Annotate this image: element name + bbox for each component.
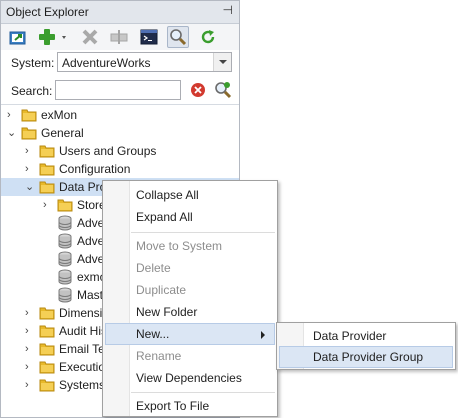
new-submenu: Data Provider Data Provider Group [276, 322, 456, 370]
menu-item-duplicate: Duplicate [105, 279, 275, 301]
menu-item-move-to-system: Move to System [105, 235, 275, 257]
tree-item-label: Adve [77, 252, 105, 266]
tree-item-configuration[interactable]: › Configuration [1, 160, 239, 178]
folder-icon [21, 125, 37, 141]
submenu-arrow-icon [261, 331, 265, 339]
tree-item-label: Users and Groups [59, 144, 157, 158]
menu-item-label: Expand All [136, 210, 193, 224]
menu-item-label: Delete [136, 261, 171, 275]
menu-item-rename: Rename [105, 345, 275, 367]
title-bar: Object Explorer ⊣ [1, 1, 239, 24]
submenu-item-data-provider[interactable]: Data Provider [279, 325, 453, 347]
expand-arrow-icon[interactable]: › [25, 324, 35, 338]
menu-item-export-to-file[interactable]: Export To File [105, 395, 275, 417]
expand-arrow-icon[interactable]: › [25, 378, 35, 392]
tree-item-label: exMon [41, 108, 78, 122]
expand-arrow-icon[interactable]: › [25, 144, 35, 158]
folder-icon [39, 179, 55, 195]
refresh-icon[interactable] [197, 26, 219, 48]
menu-item-new-folder[interactable]: New Folder [105, 301, 275, 323]
database-icon [57, 215, 73, 231]
expand-arrow-icon[interactable]: › [25, 306, 35, 320]
expand-arrow-icon[interactable]: › [7, 108, 17, 122]
collapse-arrow-icon[interactable]: ⌄ [25, 180, 35, 194]
expand-arrow-icon[interactable]: › [25, 342, 35, 356]
system-select-value: AdventureWorks [62, 56, 151, 70]
pin-icon[interactable]: ⊣ [223, 3, 233, 17]
console-icon[interactable] [138, 26, 160, 48]
find-icon[interactable] [214, 81, 232, 99]
collapse-arrow-icon[interactable]: ⌄ [7, 126, 17, 140]
chevron-down-icon[interactable] [213, 53, 231, 71]
menu-item-label: New Folder [136, 305, 198, 319]
tree-item-general[interactable]: ⌄ General [1, 124, 239, 142]
folder-icon [39, 341, 55, 357]
folder-icon [39, 143, 55, 159]
menu-item-delete: Delete [105, 257, 275, 279]
open-icon[interactable] [7, 26, 29, 48]
folder-icon [21, 107, 37, 123]
database-icon [57, 251, 73, 267]
tree-item-label: Configuration [59, 162, 131, 176]
toolbar [1, 24, 239, 50]
folder-icon [39, 359, 55, 375]
expand-arrow-icon[interactable]: › [25, 360, 35, 374]
menu-item-label: Export To File [136, 399, 210, 413]
database-icon [57, 269, 73, 285]
tree-item-label: General [41, 126, 84, 140]
menu-separator [131, 232, 275, 233]
menu-item-collapse-all[interactable]: Collapse All [105, 184, 275, 206]
menu-item-label: Collapse All [136, 188, 199, 202]
system-label: System: [11, 56, 55, 70]
menu-item-expand-all[interactable]: Expand All [105, 206, 275, 228]
panel-title: Object Explorer [6, 5, 89, 19]
menu-separator [131, 392, 275, 393]
database-icon [57, 233, 73, 249]
tree-item-label: Adve [77, 216, 105, 230]
folder-icon [39, 323, 55, 339]
divider [1, 104, 239, 105]
folder-icon [39, 161, 55, 177]
expand-arrow-icon[interactable]: › [43, 198, 53, 212]
menu-item-label: Data Provider [313, 329, 387, 343]
expand-arrow-icon[interactable]: › [25, 162, 35, 176]
menu-item-label: Move to System [136, 239, 223, 253]
menu-item-label: New... [136, 327, 170, 341]
tree-item-label: Audit His [59, 324, 108, 338]
folder-icon [39, 377, 55, 393]
folder-icon [57, 197, 73, 213]
menu-item-label: Duplicate [136, 283, 187, 297]
tree-item-label: Systems [59, 378, 106, 392]
clear-search-icon[interactable] [190, 82, 206, 98]
tree-item-users-and-groups[interactable]: › Users and Groups [1, 142, 239, 160]
delete-icon[interactable] [79, 26, 101, 48]
folder-icon [39, 305, 55, 321]
context-menu: Collapse All Expand All Move to System D… [102, 180, 278, 417]
menu-item-view-dependencies[interactable]: View Dependencies [105, 367, 275, 389]
system-select[interactable]: AdventureWorks [57, 52, 232, 72]
tree-item-label: Adve [77, 234, 105, 248]
tree-item-label: Executio [59, 360, 106, 374]
menu-item-new[interactable]: New... [105, 323, 275, 345]
search-icon[interactable] [167, 26, 189, 48]
menu-item-label: View Dependencies [136, 371, 242, 385]
database-icon [57, 287, 73, 303]
submenu-item-data-provider-group[interactable]: Data Provider Group [279, 346, 453, 368]
menu-item-label: Data Provider Group [313, 350, 424, 364]
search-input[interactable] [55, 80, 181, 100]
add-icon[interactable] [36, 26, 58, 48]
move-icon[interactable] [108, 26, 130, 48]
tree-item-label: Mast [77, 288, 104, 302]
menu-item-label: Rename [136, 349, 182, 363]
search-label: Search: [11, 84, 53, 98]
add-dropdown-icon[interactable] [59, 26, 71, 48]
tree-item-exmon[interactable]: › exMon [1, 106, 239, 124]
